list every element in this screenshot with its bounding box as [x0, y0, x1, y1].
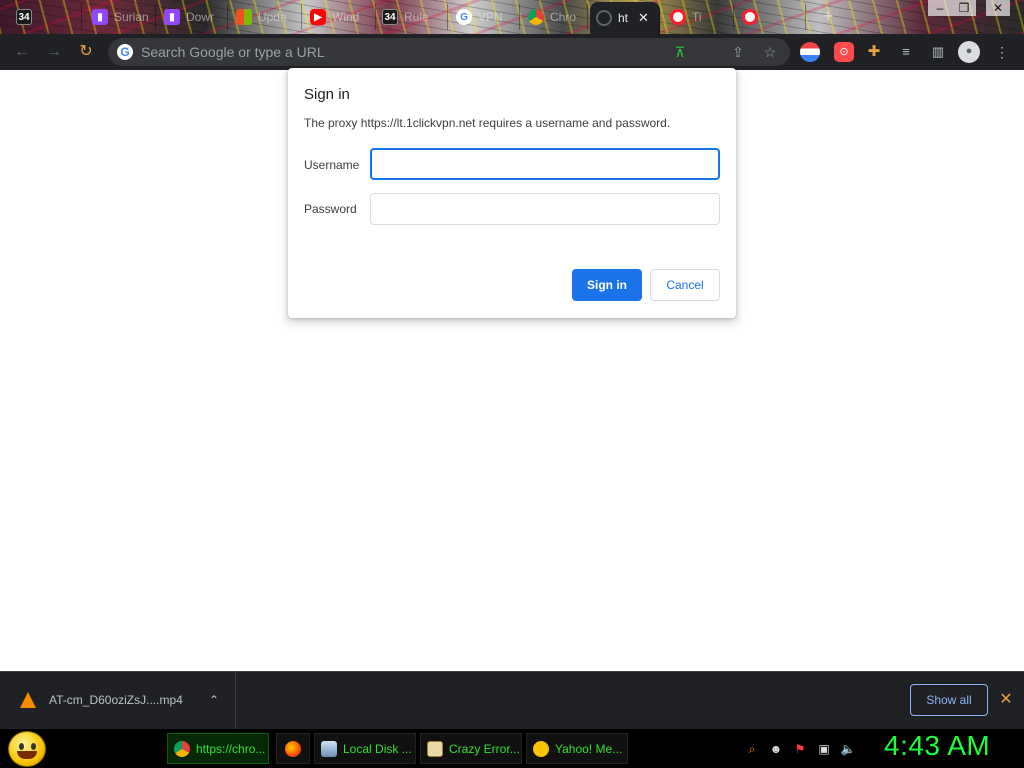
tab-active-proxy[interactable]: ht ✕: [590, 2, 660, 34]
tab-34[interactable]: 34: [10, 4, 82, 30]
search-icon[interactable]: ⌕: [744, 741, 760, 757]
sign-in-button[interactable]: Sign in: [572, 269, 642, 301]
action-center-flag-icon[interactable]: ⚑: [792, 741, 808, 757]
taskbar-item-crazy-error[interactable]: Crazy Error...: [420, 733, 522, 764]
minimize-button[interactable]: –: [928, 0, 952, 16]
extensions-puzzle-icon[interactable]: ✚: [864, 42, 884, 62]
twitch-icon: ▮: [92, 9, 108, 25]
vpn-status-icon[interactable]: ⊼: [670, 42, 690, 62]
download-item[interactable]: AT-cm_D60oziZsJ....mp4 ⌃: [0, 672, 236, 730]
yahoo-messenger-icon: [533, 740, 549, 757]
close-tab-icon[interactable]: ✕: [638, 10, 649, 26]
tab-youtube[interactable]: ▶ Wind: [304, 4, 376, 30]
taskbar-item-local-disk[interactable]: Local Disk ...: [314, 733, 416, 764]
tab-twitch-1[interactable]: ▮ Surian: [86, 4, 156, 30]
password-label: Password: [304, 202, 357, 216]
drive-icon: [321, 740, 337, 757]
share-icon[interactable]: ⇪: [728, 42, 748, 62]
tab-strip: 34 ▮ Surian ▮ Dowr Upda ▶ Wind 34 Rule G…: [0, 0, 1024, 34]
opera-icon: [742, 9, 758, 25]
system-clock[interactable]: 4:43 AM: [884, 730, 990, 762]
taskbar-item-yahoo-messenger[interactable]: Yahoo! Me...: [526, 733, 628, 764]
tab-twitch-2[interactable]: ▮ Dowr: [158, 4, 228, 30]
firefox-icon: [285, 740, 301, 757]
tab-google[interactable]: G VPN: [450, 4, 520, 30]
new-tab-button[interactable]: +: [818, 6, 838, 26]
download-bar: AT-cm_D60oziZsJ....mp4 ⌃ Show all ✕: [0, 671, 1024, 730]
dialog-message: The proxy https://lt.1clickvpn.net requi…: [304, 116, 671, 130]
google-icon: G: [456, 9, 472, 25]
google-icon: G: [117, 44, 133, 60]
omnibox[interactable]: G ⊼ ⇪ ☆: [108, 38, 790, 66]
address-input[interactable]: [141, 38, 661, 66]
tab-chrome[interactable]: Chro: [522, 4, 588, 30]
media-queue-icon[interactable]: ≡: [896, 42, 916, 62]
taskbar-item-firefox[interactable]: [276, 733, 310, 764]
username-label: Username: [304, 158, 360, 172]
youtube-icon: ▶: [310, 9, 326, 25]
download-file-name: AT-cm_D60oziZsJ....mp4: [49, 693, 183, 707]
close-download-bar-icon[interactable]: ✕: [996, 690, 1016, 710]
34-icon: 34: [382, 9, 398, 25]
loading-icon: [596, 10, 612, 26]
vlc-icon: [20, 692, 36, 708]
taskbar-item-chrome[interactable]: https://chro...: [167, 733, 269, 764]
forward-arrow-icon[interactable]: →: [42, 40, 66, 64]
back-arrow-icon[interactable]: ←: [10, 40, 34, 64]
taskbar: https://chro... Local Disk ... Crazy Err…: [0, 729, 1024, 768]
bookmark-star-icon[interactable]: ☆: [760, 42, 780, 62]
cancel-button[interactable]: Cancel: [650, 269, 720, 301]
34-icon: 34: [16, 9, 32, 25]
reload-icon[interactable]: ↻: [74, 40, 98, 64]
chevron-up-icon[interactable]: ⌃: [204, 690, 224, 710]
volume-icon[interactable]: 🔈: [840, 741, 856, 757]
twitch-icon: ▮: [164, 9, 180, 25]
tab-opera-1[interactable]: Ti: [664, 4, 734, 30]
proxy-sign-in-dialog: Sign in The proxy https://lt.1clickvpn.n…: [288, 68, 736, 318]
dialog-title: Sign in: [304, 86, 350, 103]
browser-toolbar: ← → ↻ G ⊼ ⇪ ☆ ⊙ ✚ ≡ ▥ ● ⋮: [0, 34, 1024, 70]
start-button-smiley-icon[interactable]: [8, 731, 46, 767]
menu-kebab-icon[interactable]: ⋮: [992, 42, 1012, 62]
network-icon[interactable]: ▣: [816, 741, 832, 757]
microsoft-icon: [236, 9, 252, 25]
chrome-icon: [528, 9, 544, 25]
chrome-icon: [174, 740, 190, 757]
document-icon: [427, 740, 443, 757]
username-field[interactable]: [370, 148, 720, 180]
window-close-button[interactable]: ✕: [986, 0, 1010, 16]
tab-opera-2[interactable]: [736, 4, 806, 30]
profile-avatar-icon[interactable]: ●: [958, 41, 980, 63]
tab-34-rule[interactable]: 34 Rule: [376, 4, 448, 30]
password-field[interactable]: [370, 193, 720, 225]
opera-icon: [670, 9, 686, 25]
side-panel-icon[interactable]: ▥: [928, 42, 948, 62]
show-all-button[interactable]: Show all: [910, 684, 988, 716]
flag-extension-icon[interactable]: [800, 42, 820, 62]
restore-button[interactable]: ❐: [952, 0, 976, 16]
messenger-tray-icon[interactable]: ☻: [768, 741, 784, 757]
vpn-extension-icon[interactable]: ⊙: [834, 42, 854, 62]
tab-microsoft[interactable]: Upda: [230, 4, 302, 30]
